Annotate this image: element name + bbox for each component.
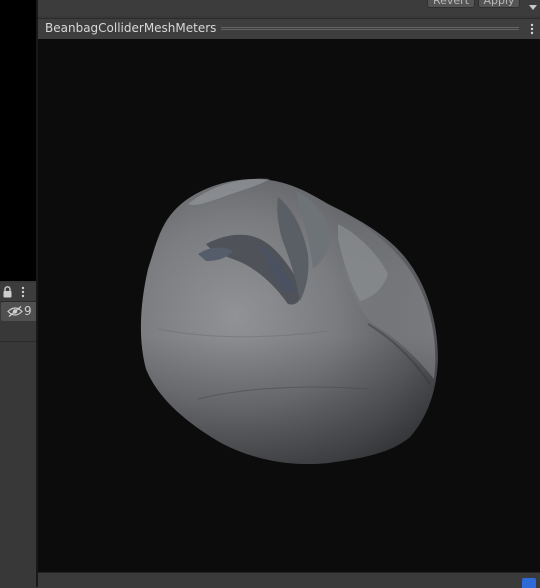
- drag-handle[interactable]: [221, 27, 519, 30]
- hidden-count-value: 9: [24, 304, 32, 318]
- kebab-menu-icon[interactable]: [529, 23, 535, 35]
- bottom-status-bar: [38, 572, 540, 588]
- inspector-toolbar: Revert Apply: [38, 0, 540, 16]
- preview-header[interactable]: BeanbagColliderMeshMeters: [38, 18, 540, 40]
- scene-view-clip[interactable]: [0, 0, 36, 281]
- eye-slash-icon: [7, 306, 23, 317]
- mesh-preview-viewport[interactable]: [38, 39, 540, 572]
- kebab-menu-icon[interactable]: [20, 286, 26, 298]
- revert-button[interactable]: Revert: [427, 0, 475, 8]
- dropdown-arrow-icon[interactable]: [529, 5, 537, 10]
- divider: [0, 341, 36, 342]
- preview-title: BeanbagColliderMeshMeters: [45, 21, 217, 35]
- beanbag-mesh-render: [140, 178, 438, 465]
- left-panel: 9: [0, 0, 36, 587]
- apply-button[interactable]: Apply: [478, 0, 520, 8]
- hidden-objects-toggle[interactable]: 9: [1, 302, 36, 321]
- left-toolbar: [0, 283, 36, 302]
- lock-icon[interactable]: [2, 286, 13, 298]
